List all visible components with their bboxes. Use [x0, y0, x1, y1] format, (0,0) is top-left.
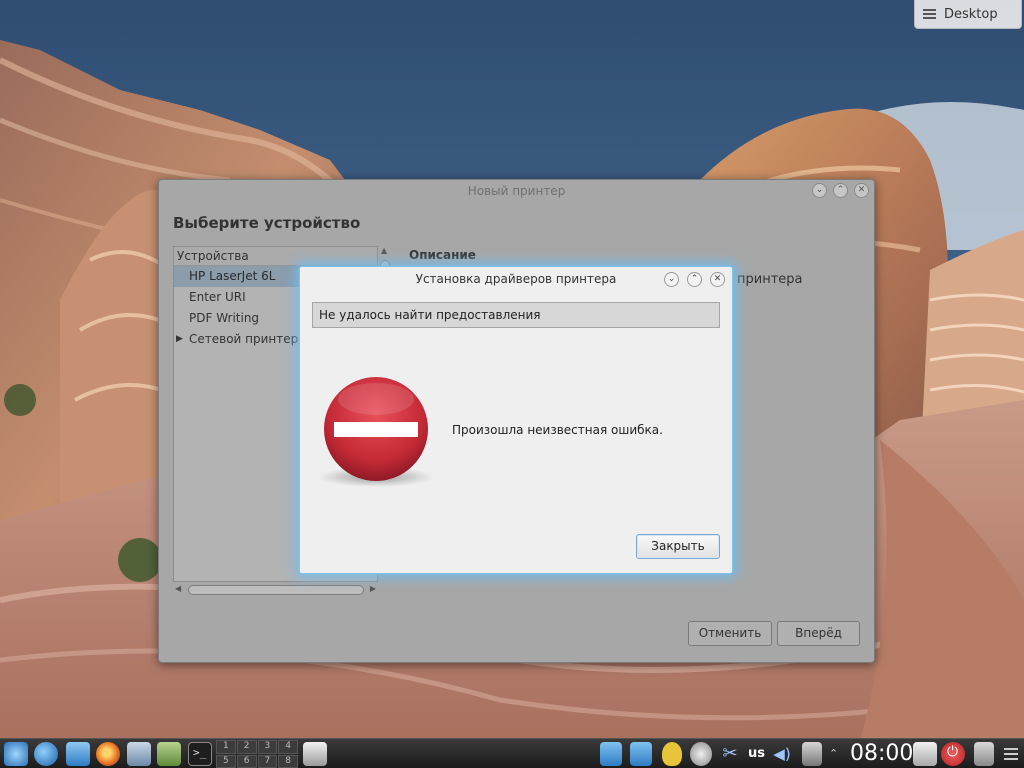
updates-icon[interactable] [690, 742, 712, 766]
expand-arrow-icon[interactable]: ▶ [176, 329, 183, 350]
tray-expand-icon[interactable]: ⌃ [829, 742, 843, 766]
close-button[interactable]: Закрыть [636, 534, 720, 559]
device-list-header: Устройства [174, 247, 377, 266]
device-list-hscrollbar[interactable]: ◀ ▶ [173, 584, 378, 596]
scissors-icon[interactable]: ✂ [720, 742, 740, 766]
terminal-icon[interactable]: >_ [188, 742, 212, 766]
system-monitor-icon[interactable] [157, 742, 181, 766]
cancel-button[interactable]: Отменить [688, 621, 772, 646]
error-header: Не удалось найти предоставления [312, 302, 720, 328]
folder-icon[interactable] [600, 742, 622, 766]
clock[interactable]: 08:00 [850, 741, 913, 766]
error-dialog-title: Установка драйверов принтера [415, 272, 617, 286]
minimize-icon[interactable]: ⌄ [812, 183, 827, 198]
menu-icon [923, 9, 936, 19]
printer-icon[interactable] [303, 742, 327, 766]
stop-icon [318, 377, 434, 487]
scroll-right-icon[interactable]: ▶ [370, 584, 376, 593]
desktop-button-label: Desktop [944, 6, 998, 22]
power-icon[interactable]: ⏻ [941, 742, 965, 766]
close-icon[interactable]: ✕ [854, 183, 869, 198]
scroll-up-icon[interactable]: ▲ [381, 246, 387, 255]
workspace-1[interactable]: 1 [216, 740, 236, 754]
workspace-8[interactable]: 8 [278, 754, 298, 768]
driver-install-error-dialog: Установка драйверов принтера ⌄ ⌃ ✕ Не уд… [299, 266, 733, 574]
description-text: принтера [737, 272, 803, 287]
description-label: Описание [409, 248, 476, 262]
maximize-icon[interactable]: ⌃ [833, 183, 848, 198]
lock-icon[interactable] [913, 742, 937, 766]
error-titlebar: Установка драйверов принтера ⌄ ⌃ ✕ [300, 267, 732, 292]
device-item-network-label: Сетевой принтер [189, 332, 299, 346]
error-message: Произошла неизвестная ошибка. [452, 423, 663, 437]
file-manager-icon[interactable] [66, 742, 90, 766]
scroll-left-icon[interactable]: ◀ [175, 584, 181, 593]
workspace-4[interactable]: 4 [278, 740, 298, 754]
kde-logo-icon[interactable] [4, 742, 28, 766]
forward-button[interactable]: Вперёд [777, 621, 860, 646]
workspace-6[interactable]: 6 [236, 754, 257, 768]
main-titlebar: Новый принтер ⌄ ⌃ ✕ [159, 180, 874, 202]
volume-icon[interactable]: ◀) [772, 742, 792, 766]
workspace-7[interactable]: 7 [257, 754, 278, 768]
taskbar-menu-icon[interactable] [1002, 742, 1020, 766]
main-heading: Выберите устройство [173, 214, 361, 232]
keyboard-layout[interactable]: us [748, 746, 765, 761]
minimize-icon[interactable]: ⌄ [664, 272, 679, 287]
close-icon[interactable]: ✕ [710, 272, 725, 287]
network-icon[interactable] [802, 742, 822, 766]
downloads-icon[interactable] [630, 742, 652, 766]
desktop-menu-button[interactable]: Desktop [914, 0, 1022, 29]
workspace-pager[interactable]: 1 2 3 4 5 6 7 8 [216, 740, 298, 768]
security-shield-icon[interactable] [662, 742, 682, 766]
workspace-3[interactable]: 3 [257, 740, 278, 754]
hscroll-thumb[interactable] [188, 585, 364, 595]
app-launcher-icon[interactable] [34, 742, 58, 766]
maximize-icon[interactable]: ⌃ [687, 272, 702, 287]
taskbar: >_ 1 2 3 4 5 6 7 8 ✂ us ◀) ⌃ 08:00 ⏻ [0, 738, 1024, 768]
trash-icon[interactable] [974, 742, 994, 766]
firefox-icon[interactable] [96, 742, 120, 766]
workspace-2[interactable]: 2 [236, 740, 257, 754]
workspace-5[interactable]: 5 [216, 754, 236, 768]
main-window-title: Новый принтер [467, 184, 566, 198]
settings-icon[interactable] [127, 742, 151, 766]
